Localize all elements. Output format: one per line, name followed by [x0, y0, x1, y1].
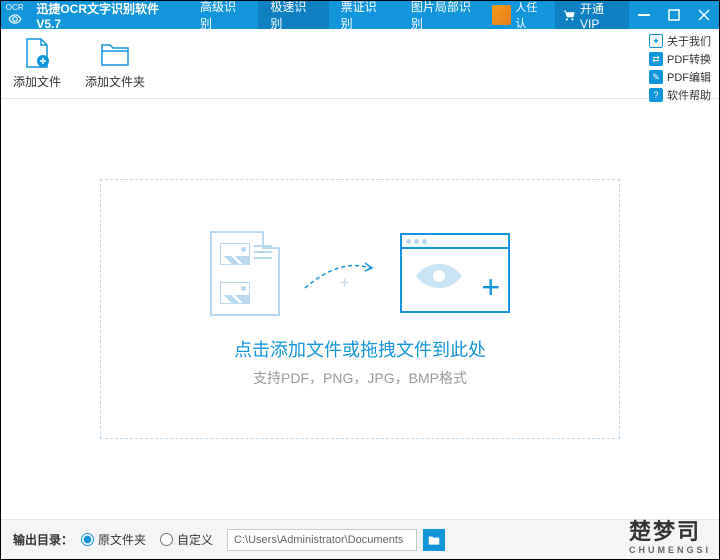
folder-add-icon [99, 37, 131, 69]
dropzone-subtitle: 支持PDF，PNG，JPG，BMP格式 [253, 368, 467, 388]
person-icon: ✦ [649, 34, 663, 48]
help-link[interactable]: ?软件帮助 [649, 87, 711, 103]
radio-custom[interactable]: 自定义 [160, 531, 213, 548]
app-logo: OCR [1, 1, 28, 29]
file-add-icon [21, 37, 53, 69]
pdf-edit-link[interactable]: ✎PDF编辑 [649, 69, 711, 85]
watermark: 楚梦司 CHUMENGSI [629, 514, 711, 555]
eye-icon [414, 261, 464, 291]
help-icon: ? [649, 88, 663, 102]
edit-icon: ✎ [649, 70, 663, 84]
user-avatar[interactable] [492, 5, 511, 25]
toolbar: 添加文件 添加文件夹 ✦关于我们 ⇄PDF转换 ✎PDF编辑 ?软件帮助 [1, 29, 719, 99]
cart-icon [563, 8, 576, 22]
preview-window-icon: + [400, 233, 510, 313]
file-dropzone[interactable]: + + 点击添加文件或拖拽文件到此处 支持PDF，PNG，JPG，BMP格式 [100, 179, 620, 439]
tab-fast[interactable]: 极速识别 [258, 1, 328, 29]
convert-icon: ⇄ [649, 52, 663, 66]
app-title: 迅捷OCR文字识别软件V5.7 [28, 0, 188, 31]
footer-bar: 输出目录： 原文件夹 自定义 楚梦司 CHUMENGSI [1, 519, 719, 559]
main-tabs: 高级识别 极速识别 票证识别 图片局部识别 [188, 1, 492, 29]
output-path-input[interactable] [227, 529, 417, 551]
add-folder-button[interactable]: 添加文件夹 [85, 37, 145, 90]
dropzone-illustration: + + [210, 231, 510, 316]
maximize-button[interactable] [659, 1, 689, 29]
tab-ticket[interactable]: 票证识别 [329, 1, 399, 29]
tab-partial[interactable]: 图片局部识别 [399, 1, 492, 29]
add-file-button[interactable]: 添加文件 [13, 37, 61, 90]
titlebar: OCR 迅捷OCR文字识别软件V5.7 高级识别 极速识别 票证识别 图片局部识… [1, 1, 719, 29]
arrow-icon: + [300, 253, 380, 293]
browse-folder-button[interactable] [423, 529, 445, 551]
pdf-convert-link[interactable]: ⇄PDF转换 [649, 51, 711, 67]
radio-original[interactable]: 原文件夹 [81, 531, 146, 548]
close-button[interactable] [689, 1, 719, 29]
vip-button[interactable]: 开通VIP [555, 1, 629, 29]
minimize-button[interactable] [629, 1, 659, 29]
svg-text:+: + [340, 275, 349, 292]
main-area: + + 点击添加文件或拖拽文件到此处 支持PDF，PNG，JPG，BMP格式 [1, 99, 719, 519]
user-name[interactable]: 人任认 [515, 0, 546, 31]
folder-icon [427, 533, 441, 547]
dropzone-title: 点击添加文件或拖拽文件到此处 [234, 336, 486, 362]
document-icon [210, 231, 280, 316]
tab-advanced[interactable]: 高级识别 [188, 1, 258, 29]
about-link[interactable]: ✦关于我们 [649, 33, 711, 49]
output-label: 输出目录： [13, 531, 73, 548]
